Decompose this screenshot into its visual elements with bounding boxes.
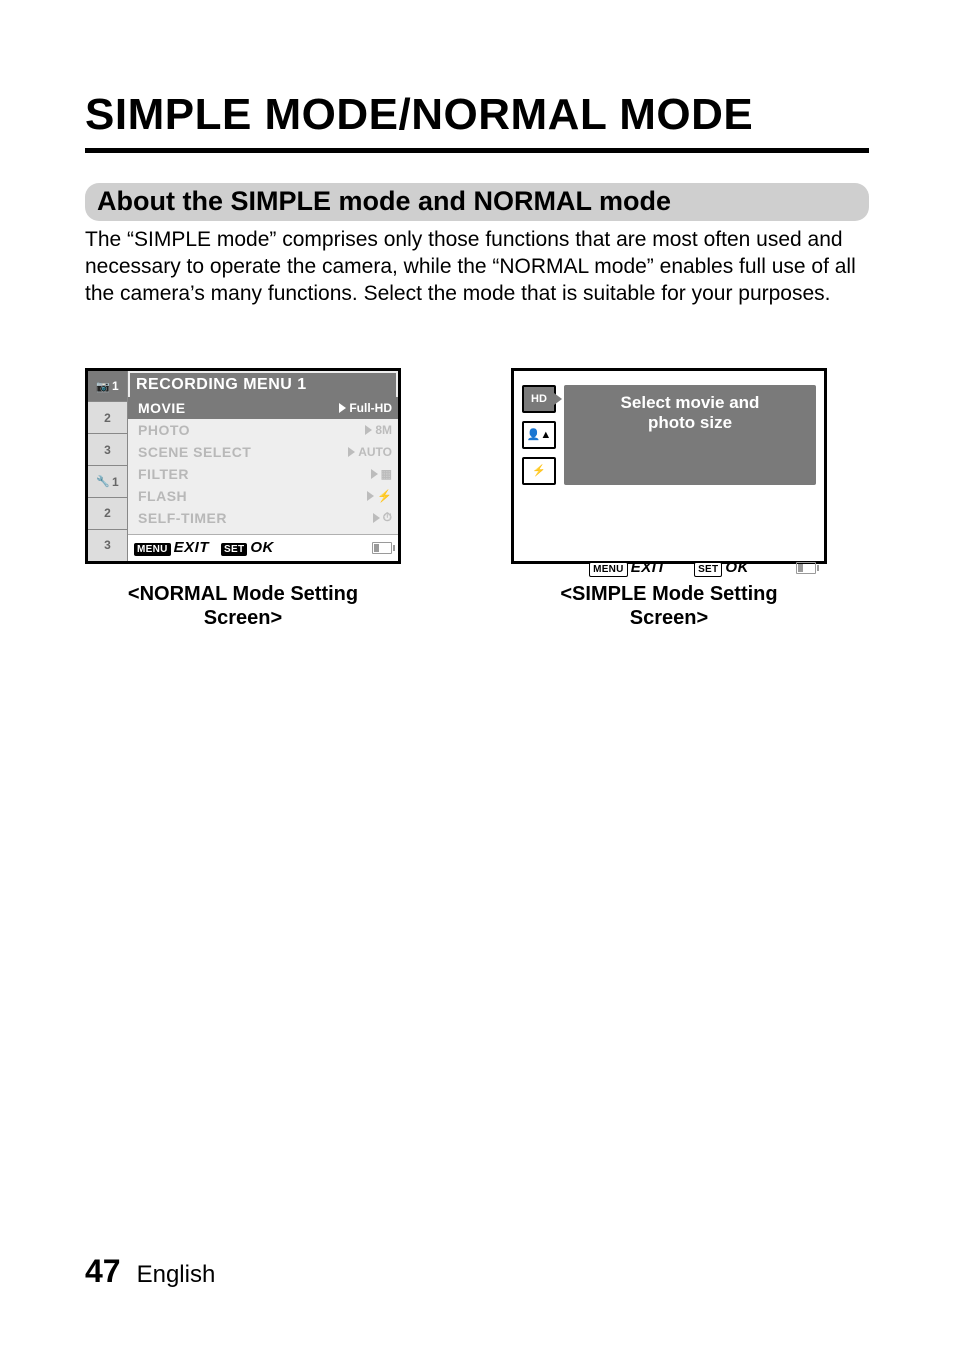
menu-pill-icon: MENU (589, 562, 628, 577)
set-pill-icon: SET (221, 543, 247, 556)
ok-label: OK (725, 559, 749, 576)
figure-normal: 📷1 2 3 🔧1 2 3 RECORDING MENU 1 MOVIE Ful… (85, 368, 401, 630)
figures-row: 📷1 2 3 🔧1 2 3 RECORDING MENU 1 MOVIE Ful… (85, 368, 869, 630)
document-page: SIMPLE MODE/NORMAL MODE About the SIMPLE… (0, 0, 954, 1345)
arrow-right-icon (371, 469, 378, 479)
tab-5[interactable]: 2 (88, 498, 128, 530)
menu-label: FILTER (138, 466, 189, 482)
menu-value: Full-HD (349, 401, 392, 415)
page-footer: 47 English (85, 1253, 215, 1290)
menu-label: FLASH (138, 488, 187, 504)
exit-label: EXIT (174, 539, 209, 556)
simple-footer: MENU EXIT SET OK (514, 555, 824, 581)
battery-icon (796, 562, 816, 574)
menu-item-photo[interactable]: PHOTO 8M (128, 419, 398, 441)
menu-item-filter[interactable]: FILTER ▦ (128, 463, 398, 485)
simple-description: Select movie and photo size (564, 385, 816, 485)
menu-header: RECORDING MENU 1 (130, 373, 396, 397)
simple-mode-screen: HD 👤▲ ⚡ Select movie and photo size MENU… (511, 368, 827, 564)
tab-wrench-1[interactable]: 🔧1 (88, 466, 128, 498)
person-icon: 👤▲ (527, 428, 552, 441)
icon-flash[interactable]: ⚡ (522, 457, 556, 485)
exit-label: EXIT (631, 559, 666, 576)
page-number: 47 (85, 1253, 121, 1290)
arrow-right-icon (365, 425, 372, 435)
flash-icon: ⚡ (532, 464, 546, 477)
menu-label: SCENE SELECT (138, 444, 251, 460)
wrench-icon: 🔧 (96, 475, 110, 488)
ok-label: OK (250, 539, 274, 556)
simple-side-icons: HD 👤▲ ⚡ (522, 385, 556, 485)
tab-6[interactable]: 3 (88, 530, 128, 561)
tab-label: 1 (112, 475, 119, 489)
tab-2[interactable]: 2 (88, 402, 128, 434)
normal-mode-screen: 📷1 2 3 🔧1 2 3 RECORDING MENU 1 MOVIE Ful… (85, 368, 401, 564)
filter-icon: ▦ (381, 467, 392, 481)
section-heading: About the SIMPLE mode and NORMAL mode (85, 183, 869, 221)
menu-item-flash[interactable]: FLASH ⚡ (128, 485, 398, 507)
footer-exit: MENU EXIT (134, 539, 209, 556)
footer-exit: MENU EXIT (589, 559, 666, 577)
normal-menu-main: RECORDING MENU 1 MOVIE Full-HD PHOTO 8M … (128, 371, 398, 561)
desc-line: photo size (570, 413, 810, 433)
page-language: English (137, 1261, 216, 1289)
menu-label: MOVIE (138, 400, 186, 416)
menu-item-movie[interactable]: MOVIE Full-HD (128, 397, 398, 419)
icon-hd[interactable]: HD (522, 385, 556, 413)
arrow-right-icon (373, 513, 380, 523)
set-pill-icon: SET (694, 562, 722, 577)
tab-3[interactable]: 3 (88, 434, 128, 466)
figure-simple: HD 👤▲ ⚡ Select movie and photo size MENU… (511, 368, 827, 630)
icon-portrait[interactable]: 👤▲ (522, 421, 556, 449)
tab-camera-1[interactable]: 📷1 (88, 371, 128, 403)
menu-value: AUTO (358, 445, 392, 459)
menu-value: 8M (375, 423, 392, 437)
menu-pill-icon: MENU (134, 543, 171, 556)
menu-label: PHOTO (138, 422, 190, 438)
figure-caption-normal: <NORMAL Mode Setting Screen> (85, 582, 401, 630)
desc-line: Select movie and (570, 393, 810, 413)
tab-label: 1 (112, 379, 119, 393)
section-body: The “SIMPLE mode” comprises only those f… (85, 227, 869, 308)
page-title: SIMPLE MODE/NORMAL MODE (85, 90, 869, 153)
menu-label: SELF-TIMER (138, 510, 227, 526)
flash-icon: ⚡ (377, 489, 392, 503)
arrow-right-icon (367, 491, 374, 501)
battery-icon (372, 542, 392, 554)
timer-icon: ⏱ (383, 510, 392, 525)
tab-column: 📷1 2 3 🔧1 2 3 (88, 371, 128, 561)
footer-ok: SET OK (221, 539, 274, 556)
footer-ok: SET OK (694, 559, 749, 577)
figure-caption-simple: <SIMPLE Mode Setting Screen> (511, 582, 827, 630)
arrow-right-icon (339, 403, 346, 413)
menu-item-self-timer[interactable]: SELF-TIMER ⏱ (128, 507, 398, 529)
menu-footer: MENU EXIT SET OK (128, 534, 398, 561)
arrow-right-icon (348, 447, 355, 457)
menu-item-scene-select[interactable]: SCENE SELECT AUTO (128, 441, 398, 463)
camera-icon: 📷 (96, 380, 110, 393)
